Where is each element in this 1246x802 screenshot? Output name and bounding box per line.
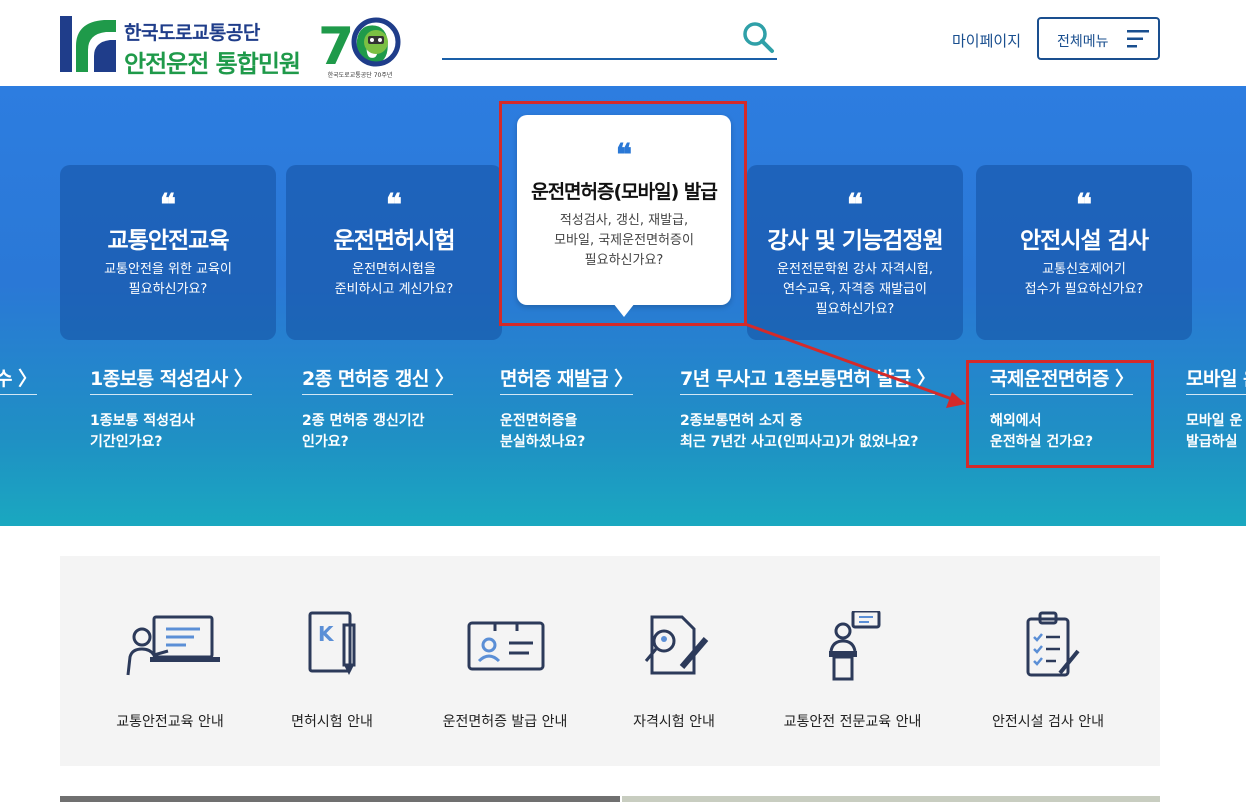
- sub-link-title: 모바일 운: [1186, 364, 1246, 395]
- sub-link-7year-accident-free[interactable]: 7년 무사고 1종보통면허 발급 〉 2종보통면허 소지 중 최근 7년간 사고…: [680, 364, 936, 453]
- quick-item-expert-education[interactable]: 교통안전 전문교육 안내: [770, 611, 935, 731]
- bottom-map-preview: [622, 796, 1160, 802]
- service-name: 안전운전 통합민원: [124, 50, 301, 78]
- highlight-box-license-card: [499, 101, 747, 326]
- search-icon[interactable]: [741, 20, 775, 54]
- quick-item-qualification-test[interactable]: 자격시험 안내: [614, 611, 734, 731]
- document-magnifier-pen-icon: [644, 615, 709, 675]
- sub-link-title: 1종보통 적성검사 〉: [90, 364, 253, 395]
- koroad-k-logo-icon: [60, 16, 116, 72]
- card-title: 운전면허시험: [333, 228, 456, 254]
- sub-link-desc: 1종보통 적성검사 기간인가요?: [90, 413, 195, 450]
- card-description: 운전전문학원 강사 자격시험, 연수교육, 자격증 재발급이 필요하신가요?: [777, 262, 933, 317]
- service-card-safety-facility[interactable]: ❝ 안전시설 검사 교통신호제어기 접수가 필요하신가요?: [976, 165, 1192, 340]
- sub-link-partial-left[interactable]: 접수 〉 ?: [0, 364, 37, 453]
- bottom-banner-left: [60, 796, 620, 802]
- sub-link-title: 7년 무사고 1종보통면허 발급 〉: [680, 364, 936, 395]
- license-notebook-pen-icon: K: [308, 611, 356, 675]
- quick-menu: 교통안전교육 안내 K 면허시험 안내 운전면허증 발급 안내 자격시험 안내 …: [60, 556, 1160, 766]
- sub-link-reissue[interactable]: 면허증 재발급 〉 운전면허증을 분실하셨나요?: [500, 364, 633, 453]
- sub-link-class1-aptitude[interactable]: 1종보통 적성검사 〉 1종보통 적성검사 기간인가요?: [90, 364, 253, 453]
- header: 한국도로교통공단 안전운전 통합민원 70 한국도로교통공단 70주년 마이페이…: [0, 0, 1246, 86]
- sub-link-class2-renewal[interactable]: 2종 면허증 갱신 〉 2종 면허증 갱신기간 인가요?: [302, 364, 454, 453]
- search-input[interactable]: [442, 20, 732, 54]
- quick-item-label: 자격시험 안내: [633, 714, 715, 730]
- highlight-box-international-license: [966, 360, 1154, 468]
- sub-link-desc: 운전면허증을 분실하셨나요?: [500, 413, 586, 450]
- anniversary-mascot-icon: 70: [318, 17, 401, 77]
- quote-icon: ❝: [159, 188, 177, 223]
- quick-item-traffic-education[interactable]: 교통안전교육 안내: [110, 611, 230, 731]
- search-bar: [442, 16, 777, 60]
- presentation-board-icon: [126, 615, 220, 676]
- quick-item-label: 안전시설 검사 안내: [992, 714, 1104, 730]
- card-description: 교통신호제어기 접수가 필요하신가요?: [1024, 262, 1144, 297]
- card-description: 교통안전을 위한 교육이 필요하신가요?: [104, 262, 232, 297]
- mypage-link[interactable]: 마이페이지: [952, 30, 1021, 51]
- quick-item-label: 면허시험 안내: [291, 714, 373, 730]
- sub-link-desc: 2종 면허증 갱신기간 인가요?: [302, 413, 425, 450]
- clipboard-checklist-icon: [1026, 611, 1080, 677]
- card-title: 강사 및 기능검정원: [767, 228, 943, 254]
- quick-item-license-test[interactable]: K 면허시험 안내: [272, 611, 392, 731]
- all-menu-button[interactable]: 전체메뉴: [1037, 17, 1160, 60]
- quick-item-label: 교통안전교육 안내: [116, 714, 224, 730]
- all-menu-label: 전체메뉴: [1057, 34, 1109, 50]
- sub-link-mobile-partial[interactable]: 모바일 운 모바일 운 발급하실: [1186, 364, 1246, 453]
- anniversary-emblem: 70 한국도로교통공단 70주년: [318, 14, 402, 80]
- quote-icon: ❝: [846, 188, 864, 223]
- card-description: 운전면허시험을 준비하시고 계신가요?: [334, 262, 454, 297]
- service-card-traffic-education[interactable]: ❝ 교통안전교육 교통안전을 위한 교육이 필요하신가요?: [60, 165, 276, 340]
- quote-icon: ❝: [1075, 188, 1093, 223]
- hamburger-icon: [1127, 30, 1149, 48]
- hero-section: ❝ 교통안전교육 교통안전을 위한 교육이 필요하신가요? ❝ 운전면허시험 운…: [0, 86, 1246, 526]
- site-logo[interactable]: 한국도로교통공단 안전운전 통합민원: [60, 16, 301, 78]
- service-card-instructor[interactable]: ❝ 강사 및 기능검정원 운전전문학원 강사 자격시험, 연수교육, 자격증 재…: [747, 165, 963, 340]
- sub-link-desc: ?: [0, 411, 37, 453]
- lecturer-podium-icon: [828, 611, 880, 681]
- sub-link-desc: 2종보통면허 소지 중 최근 7년간 사고(인피사고)가 없었나요?: [680, 413, 919, 450]
- anniversary-caption: 한국도로교통공단 70주년: [327, 72, 393, 79]
- quick-item-license-issue[interactable]: 운전면허증 발급 안내: [430, 611, 580, 731]
- org-name: 한국도로교통공단: [124, 22, 260, 44]
- sub-link-desc: 모바일 운 발급하실: [1186, 413, 1243, 450]
- service-card-license-test[interactable]: ❝ 운전면허시험 운전면허시험을 준비하시고 계신가요?: [286, 165, 502, 340]
- quick-item-label: 교통안전 전문교육 안내: [783, 714, 922, 730]
- page: 한국도로교통공단 안전운전 통합민원 70 한국도로교통공단 70주년 마이페이…: [0, 0, 1246, 802]
- sub-link-title: 2종 면허증 갱신 〉: [302, 364, 454, 395]
- sub-link-title: 면허증 재발급 〉: [500, 364, 633, 395]
- id-card-icon: [467, 621, 545, 671]
- sub-link-title: 접수 〉: [0, 364, 37, 395]
- card-title: 교통안전교육: [107, 228, 230, 254]
- quote-icon: ❝: [385, 188, 403, 223]
- svg-text:K: K: [318, 622, 335, 646]
- quick-item-safety-facility[interactable]: 안전시설 검사 안내: [978, 611, 1118, 731]
- card-title: 안전시설 검사: [1020, 228, 1149, 254]
- quick-item-label: 운전면허증 발급 안내: [442, 714, 568, 730]
